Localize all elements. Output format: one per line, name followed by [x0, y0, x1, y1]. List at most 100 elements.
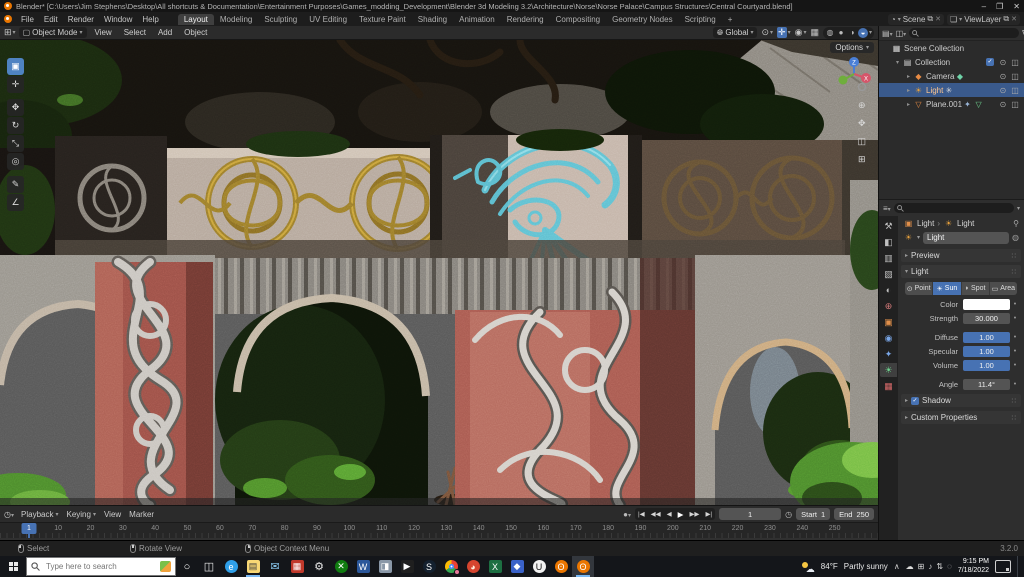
menu-window[interactable]: Window: [99, 15, 137, 24]
taskbar-app-orb[interactable]: ◕: [462, 556, 484, 577]
light-name-field[interactable]: Light: [923, 232, 1009, 244]
mode-selector[interactable]: ▢ Object Mode ▾: [19, 27, 87, 38]
viewport-3d[interactable]: ▣✛✥↻⤡◎✎∠ Options ▾ Z X ⊕ ✥ ◫ ⊞: [0, 40, 878, 505]
remove-viewlayer-icon[interactable]: ✕: [1011, 15, 1017, 23]
play-button[interactable]: ▶: [675, 510, 687, 519]
next-keyframe-button[interactable]: ▶▶: [686, 510, 702, 518]
use-preview-range-icon[interactable]: ◷: [785, 510, 792, 519]
taskbar-clock[interactable]: 9:15 PM 7/18/2022: [958, 558, 989, 576]
jump-to-end-button[interactable]: ▶|: [702, 510, 715, 518]
properties-editor-type-button[interactable]: ≡▾: [883, 204, 891, 213]
tool-move[interactable]: ✥: [7, 99, 24, 116]
ortho-grid-gizmo[interactable]: ⊞: [857, 154, 866, 165]
weather-icon[interactable]: ☁: [802, 562, 815, 572]
workspace-tab-layout[interactable]: Layout: [178, 14, 214, 25]
editor-type-button[interactable]: ⊞▾: [4, 27, 16, 38]
viewport-menu-select[interactable]: Select: [119, 28, 151, 37]
taskbar-app-grey[interactable]: ◨: [374, 556, 396, 577]
taskbar-cortana[interactable]: ○: [176, 556, 198, 577]
outliner-row-camera[interactable]: ▸◆Camera◆⊙◫: [879, 69, 1024, 83]
taskbar-settings[interactable]: ⚙: [308, 556, 330, 577]
outliner-search-input[interactable]: [921, 29, 1016, 38]
animate-dot-icon[interactable]: •: [1010, 315, 1020, 322]
tool-transform[interactable]: ◎: [7, 153, 24, 170]
hide-eye-icon[interactable]: ⊙: [997, 58, 1009, 67]
material-shading-icon[interactable]: ◑: [847, 28, 857, 38]
outliner-display-mode-button[interactable]: ▤▾: [882, 29, 893, 38]
diffuse-slider[interactable]: 1.00: [963, 332, 1010, 343]
breadcrumb-data[interactable]: Light: [957, 219, 974, 228]
fake-user-icon[interactable]: ◍: [1012, 233, 1019, 242]
tool-annotate[interactable]: ✎: [7, 176, 24, 193]
taskbar-edge[interactable]: e: [220, 556, 242, 577]
outliner-row-plane-001[interactable]: ▸▽Plane.001✦▽⊙◫: [879, 97, 1024, 111]
viewport-menu-object[interactable]: Object: [179, 28, 212, 37]
exclude-checkbox[interactable]: ✓: [986, 58, 994, 66]
jump-to-start-button[interactable]: |◀: [635, 510, 648, 518]
tray-chevron[interactable]: ∧: [894, 562, 900, 571]
light-type-area[interactable]: ▭Area: [990, 282, 1017, 295]
show-desktop-button[interactable]: [1017, 556, 1021, 577]
angle-value[interactable]: 11.4°: [963, 379, 1010, 390]
light-type-point[interactable]: ⊙Point: [905, 282, 933, 295]
close-button[interactable]: ✕: [1013, 2, 1020, 11]
taskbar-word[interactable]: W: [352, 556, 374, 577]
play-reverse-button[interactable]: ◀: [664, 510, 675, 518]
panel-preview[interactable]: ▸ Preview ∷: [901, 249, 1021, 262]
tray-input-indicator-icon[interactable]: ◌: [947, 562, 952, 571]
pivot-point-button[interactable]: ⊙▾: [761, 27, 773, 38]
properties-search-input[interactable]: [906, 204, 1011, 213]
properties-tab-physics[interactable]: ◉: [880, 331, 897, 345]
menu-render[interactable]: Render: [63, 15, 99, 24]
timeline-editor-type-button[interactable]: ◷▾: [4, 510, 14, 519]
disable-render-icon[interactable]: ◫: [1009, 86, 1021, 95]
animate-dot-icon[interactable]: •: [1010, 348, 1020, 355]
weather-text[interactable]: Partly sunny: [844, 562, 888, 571]
properties-tab-render[interactable]: ◧: [880, 235, 897, 249]
navigation-gizmo[interactable]: Z X: [836, 56, 872, 92]
animate-dot-icon[interactable]: •: [1010, 381, 1020, 388]
proportional-edit-button[interactable]: ◉▾: [795, 27, 807, 38]
taskbar-steam[interactable]: S: [418, 556, 440, 577]
tool-rotate[interactable]: ↻: [7, 117, 24, 134]
properties-tab-tool[interactable]: ⚒: [880, 219, 897, 233]
workspace-tab-rendering[interactable]: Rendering: [501, 14, 550, 25]
properties-tab-constraints[interactable]: ✦: [880, 347, 897, 361]
taskbar-search[interactable]: [26, 557, 176, 576]
playhead[interactable]: 1: [22, 523, 37, 534]
blender-menu-icon[interactable]: [4, 15, 12, 23]
weather-temp[interactable]: 84°F: [821, 562, 838, 571]
disable-render-icon[interactable]: ◫: [1009, 72, 1021, 81]
search-highlights-icon[interactable]: [160, 561, 171, 572]
workspace-tab-geometry-nodes[interactable]: Geometry Nodes: [606, 14, 678, 25]
disable-render-icon[interactable]: ◫: [1009, 100, 1021, 109]
transform-orientation[interactable]: 🌐︎ Global ▾: [713, 27, 758, 38]
start-button[interactable]: [0, 556, 26, 577]
workspace-tab-animation[interactable]: Animation: [453, 14, 501, 25]
outliner-search[interactable]: [909, 28, 1019, 38]
rendered-shading-icon[interactable]: ◒: [858, 28, 868, 38]
light-type-spot[interactable]: ◗Spot: [962, 282, 990, 295]
timeline-menu-marker[interactable]: Marker: [129, 510, 154, 519]
taskbar-app-blue[interactable]: ◆: [506, 556, 528, 577]
strength-value[interactable]: 30.000: [963, 313, 1010, 324]
timeline-menu-keying[interactable]: Keying▾: [66, 510, 95, 519]
unlink-scene-icon[interactable]: ✕: [935, 15, 941, 23]
properties-tab-output[interactable]: ▥: [880, 251, 897, 265]
taskbar-xbox[interactable]: ✕: [330, 556, 352, 577]
taskbar-blender-window-1[interactable]: ʘ: [550, 556, 572, 577]
menu-help[interactable]: Help: [137, 15, 163, 24]
workspace-tab-sculpting[interactable]: Sculpting: [258, 14, 303, 25]
solid-shading-icon[interactable]: ●: [836, 28, 846, 38]
viewport-menu-view[interactable]: View: [90, 28, 117, 37]
minimize-button[interactable]: –: [982, 2, 986, 11]
workspace-tab-uv-editing[interactable]: UV Editing: [303, 14, 353, 25]
taskbar-excel[interactable]: X: [484, 556, 506, 577]
tray-volume-icon[interactable]: ♪: [928, 562, 932, 571]
tool-scale[interactable]: ⤡: [7, 135, 24, 152]
specular-slider[interactable]: 1.00: [963, 346, 1010, 357]
menu-file[interactable]: File: [16, 15, 39, 24]
animate-dot-icon[interactable]: •: [1010, 334, 1020, 341]
show-gizmo-button[interactable]: ▦: [810, 27, 819, 38]
animate-dot-icon[interactable]: •: [1010, 362, 1020, 369]
